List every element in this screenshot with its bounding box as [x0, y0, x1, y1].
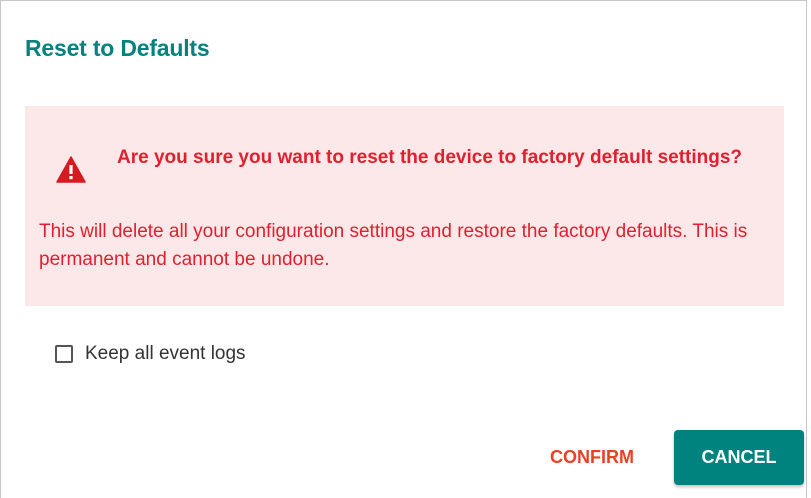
keep-event-logs-checkbox[interactable]: Keep all event logs [55, 343, 246, 365]
warning-panel: Are you sure you want to reset the devic… [25, 106, 784, 306]
cancel-button[interactable]: CANCEL [674, 430, 804, 485]
reset-defaults-dialog: Reset to Defaults Are you sure you want … [0, 0, 807, 498]
checkbox-box[interactable] [55, 345, 73, 363]
dialog-title: Reset to Defaults [25, 35, 210, 61]
checkbox-label: Keep all event logs [85, 343, 246, 364]
warning-triangle-icon [56, 156, 86, 183]
warning-body: This will delete all your configuration … [39, 221, 748, 270]
confirm-button[interactable]: CONFIRM [532, 432, 652, 482]
warning-heading: Are you sure you want to reset the devic… [117, 147, 743, 168]
